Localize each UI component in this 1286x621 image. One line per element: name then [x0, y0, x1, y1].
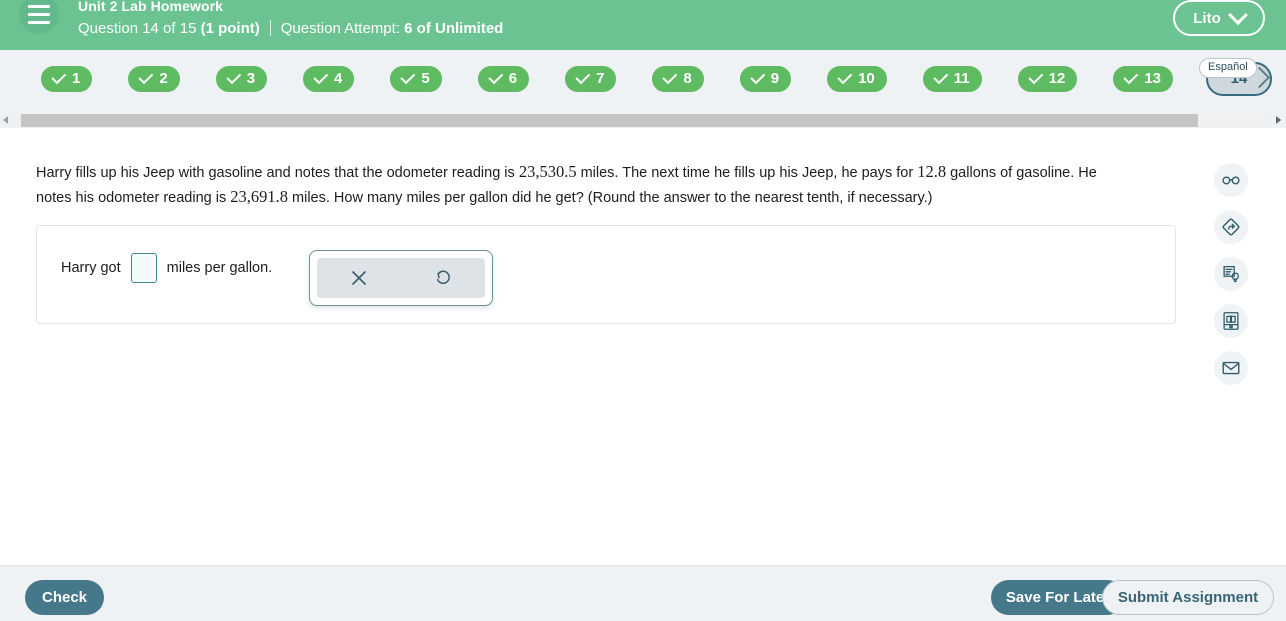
- hamburger-bar: [28, 12, 50, 16]
- user-menu-button[interactable]: Lito: [1173, 0, 1265, 36]
- check-icon: [226, 68, 241, 84]
- header-divider: [269, 20, 271, 36]
- question-pill-6[interactable]: 6: [474, 62, 533, 95]
- close-x-icon[interactable]: [317, 258, 401, 298]
- question-pill-1[interactable]: 1: [38, 62, 96, 95]
- header-titles: Unit 2 Lab Homework Question 14 of 15 (1…: [78, 0, 503, 38]
- question-text-part: miles. The next time he fills up his Jee…: [576, 165, 918, 181]
- check-icon: [1028, 68, 1043, 84]
- gallons-value: 12.8: [917, 162, 947, 181]
- question-pill-12[interactable]: 12: [1014, 62, 1081, 95]
- question-pill-number: 12: [1048, 70, 1066, 87]
- action-bar: Check Save For Later Submit Assignment: [0, 565, 1286, 621]
- check-icon: [662, 68, 678, 84]
- question-pill-11[interactable]: 11: [919, 62, 985, 95]
- question-pill-number: 1: [72, 70, 81, 87]
- submit-assignment-button[interactable]: Submit Assignment: [1102, 580, 1274, 615]
- tool-rail: [1214, 163, 1248, 385]
- envelope-icon[interactable]: [1214, 351, 1248, 385]
- attempt-label: Question Attempt:: [280, 20, 405, 37]
- question-pill-number: 5: [421, 70, 430, 87]
- check-icon: [750, 68, 765, 84]
- question-counter-label: Question 14 of 15: [78, 20, 201, 37]
- spanish-toggle-button[interactable]: Español: [1199, 58, 1257, 78]
- question-pill-number: 6: [508, 70, 518, 87]
- triangle-right-icon[interactable]: [1276, 116, 1281, 124]
- horizontal-scrollbar[interactable]: [0, 113, 1286, 128]
- question-pill-number: 4: [334, 70, 343, 87]
- worksheet-lightbulb-icon[interactable]: [1214, 257, 1248, 291]
- answer-row: Harry got miles per gallon.: [61, 253, 272, 283]
- question-status-line: Question 14 of 15 (1 point) Question Atte…: [78, 20, 503, 38]
- answer-card: Harry got miles per gallon.: [36, 225, 1176, 324]
- question-pill-4[interactable]: 4: [300, 62, 358, 95]
- check-icon: [488, 68, 503, 84]
- attempt-value: 6 of Unlimited: [404, 20, 504, 37]
- check-icon: [837, 68, 853, 84]
- question-pill-10[interactable]: 10: [824, 62, 890, 95]
- question-pill-number: 13: [1144, 70, 1162, 87]
- hamburger-bar: [28, 4, 50, 8]
- question-pill-number: 8: [683, 70, 692, 87]
- odometer-start-value: 23,530.5: [518, 162, 577, 181]
- question-pill-5[interactable]: 5: [387, 62, 445, 95]
- ebook-icon[interactable]: [1214, 304, 1248, 338]
- scrollbar-track[interactable]: [10, 113, 1270, 128]
- app-header: Unit 2 Lab Homework Question 14 of 15 (1…: [0, 0, 1286, 50]
- question-pill-row: 1 2 3 4 5 6 7 8 9 10 11 12 13 14: [0, 50, 1286, 107]
- check-icon: [1123, 68, 1139, 84]
- diamond-arrow-icon[interactable]: [1214, 210, 1248, 244]
- question-text-part: Harry fills up his Jeep with gasoline an…: [36, 165, 519, 181]
- question-pill-7[interactable]: 7: [562, 62, 620, 95]
- check-icon: [51, 68, 67, 84]
- course-title: Unit 2 Lab Homework: [78, 0, 224, 14]
- chevron-down-icon: [1227, 5, 1248, 26]
- hamburger-icon[interactable]: [19, 0, 59, 34]
- hamburger-bar: [28, 20, 50, 24]
- question-pill-number: 2: [159, 70, 168, 87]
- mini-toolbar-inner: [317, 258, 485, 298]
- question-pill-2[interactable]: 2: [125, 62, 183, 95]
- scrollbar-thumb[interactable]: [21, 114, 1198, 127]
- check-icon: [138, 68, 154, 84]
- glasses-icon[interactable]: [1214, 163, 1248, 197]
- check-icon: [933, 68, 948, 84]
- question-points: (1 point): [200, 20, 260, 37]
- check-icon: [313, 68, 329, 84]
- user-menu-label: Lito: [1193, 9, 1221, 27]
- question-pill-9[interactable]: 9: [736, 62, 795, 95]
- answer-suffix-label: miles per gallon.: [166, 260, 273, 276]
- triangle-left-icon[interactable]: [3, 116, 8, 124]
- question-text: Harry fills up his Jeep with gasoline an…: [36, 160, 1131, 210]
- question-pill-number: 7: [596, 70, 605, 87]
- question-text-part: miles. How many miles per gallon did he …: [288, 190, 933, 206]
- check-icon: [575, 68, 591, 84]
- question-pill-3[interactable]: 3: [212, 62, 271, 95]
- odometer-end-value: 23,691.8: [230, 187, 288, 206]
- question-content: Harry fills up his Jeep with gasoline an…: [0, 128, 1286, 565]
- question-pill-13[interactable]: 13: [1110, 62, 1177, 95]
- question-pill-number: 10: [858, 70, 875, 87]
- check-icon: [400, 68, 416, 84]
- question-pill-number: 3: [246, 70, 256, 87]
- undo-arrow-icon[interactable]: [401, 258, 485, 298]
- question-pill-number: 9: [770, 70, 780, 87]
- assignment-page: Unit 2 Lab Homework Question 14 of 15 (1…: [0, 0, 1286, 621]
- answer-mini-toolbar: [309, 250, 493, 306]
- check-button[interactable]: Check: [25, 580, 104, 615]
- answer-prefix-label: Harry got: [61, 260, 121, 276]
- question-pill-8[interactable]: 8: [649, 62, 707, 95]
- answer-input[interactable]: [130, 253, 157, 283]
- question-pill-number: 11: [953, 70, 970, 87]
